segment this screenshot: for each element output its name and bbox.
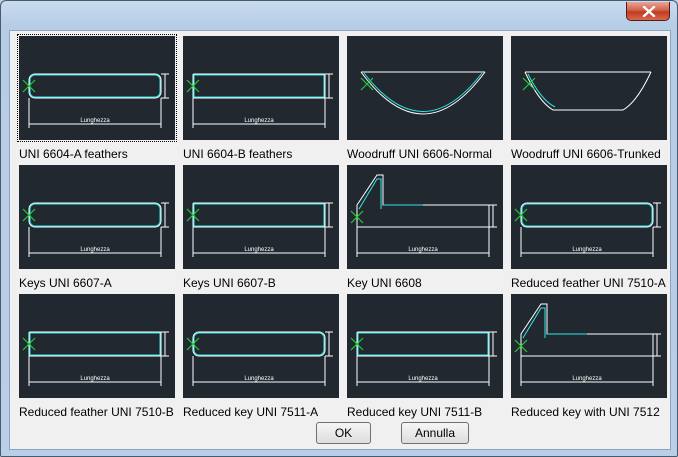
key-profile-thumbnail[interactable]: Lunghezza [183,165,339,269]
key-profile-drawing: Lunghezza [350,331,497,386]
key-profile-thumbnail[interactable] [511,36,667,140]
key-profile-drawing: Lunghezza [22,331,169,386]
key-profile-thumbnail[interactable]: Lunghezza [19,165,175,269]
key-type-label: Reduced feather UNI 7510-B [19,405,174,419]
key-type-label: Woodruff UNI 6606-Trunked [511,147,661,161]
dialog-window: Lunghezza UNI 6604-A feathers Lunghezza … [0,0,678,457]
key-profile-thumbnail[interactable]: Lunghezza [511,294,667,398]
dimension-label: Lunghezza [80,376,110,382]
key-profile-drawing: Lunghezza [514,202,661,257]
key-type-label: Key UNI 6608 [347,276,422,290]
key-profile-thumbnail[interactable]: Lunghezza [347,294,503,398]
key-type-label: Reduced feather UNI 7510-A [511,276,666,290]
dimension-label: Lunghezza [572,247,602,253]
key-type-label: Keys UNI 6607-A [19,276,112,290]
key-type-label: Reduced key UNI 7511-A [183,405,319,419]
key-profile-drawing: Lunghezza [186,73,333,128]
ok-button[interactable]: OK [316,422,371,444]
key-type-label: Keys UNI 6607-B [183,276,276,290]
key-profile-drawing: Lunghezza [22,202,169,257]
key-profile-drawing: Lunghezza [22,73,169,128]
key-type-label: Reduced key UNI 7511-B [347,405,483,419]
dimension-label: Lunghezza [80,118,110,124]
dimension-label: Lunghezza [572,376,602,382]
key-type-label: Woodruff UNI 6606-Normal [347,147,492,161]
key-profile-thumbnail[interactable]: Lunghezza [183,294,339,398]
key-profile-thumbnail[interactable]: Lunghezza [183,36,339,140]
close-icon [642,6,656,17]
key-profile-drawing [360,71,486,115]
dimension-label: Lunghezza [80,247,110,253]
key-profile-thumbnail[interactable]: Lunghezza [19,294,175,398]
key-profile-thumbnail[interactable] [347,36,503,140]
key-profile-thumbnail[interactable]: Lunghezza [511,165,667,269]
key-type-label: UNI 6604-A feathers [19,147,128,161]
key-profile-thumbnail[interactable]: Lunghezza [347,165,503,269]
key-profile-drawing: Lunghezza [186,331,333,386]
dialog-client-area: Lunghezza UNI 6604-A feathers Lunghezza … [9,30,671,450]
dimension-label: Lunghezza [408,376,438,382]
key-profile-drawing: Lunghezza [514,303,661,386]
key-type-label: Reduced key with UNI 7512 [511,405,660,419]
dimension-label: Lunghezza [408,247,438,253]
key-profile-drawing: Lunghezza [350,174,497,257]
dimension-label: Lunghezza [244,118,274,124]
dimension-label: Lunghezza [244,376,274,382]
dimension-label: Lunghezza [244,247,274,253]
key-profile-drawing [522,71,652,111]
key-profile-thumbnail[interactable]: Lunghezza [17,34,177,142]
key-profile-drawing: Lunghezza [186,202,333,257]
close-button[interactable] [626,2,670,21]
key-type-label: UNI 6604-B feathers [183,147,293,161]
cancel-button[interactable]: Annulla [401,422,469,444]
